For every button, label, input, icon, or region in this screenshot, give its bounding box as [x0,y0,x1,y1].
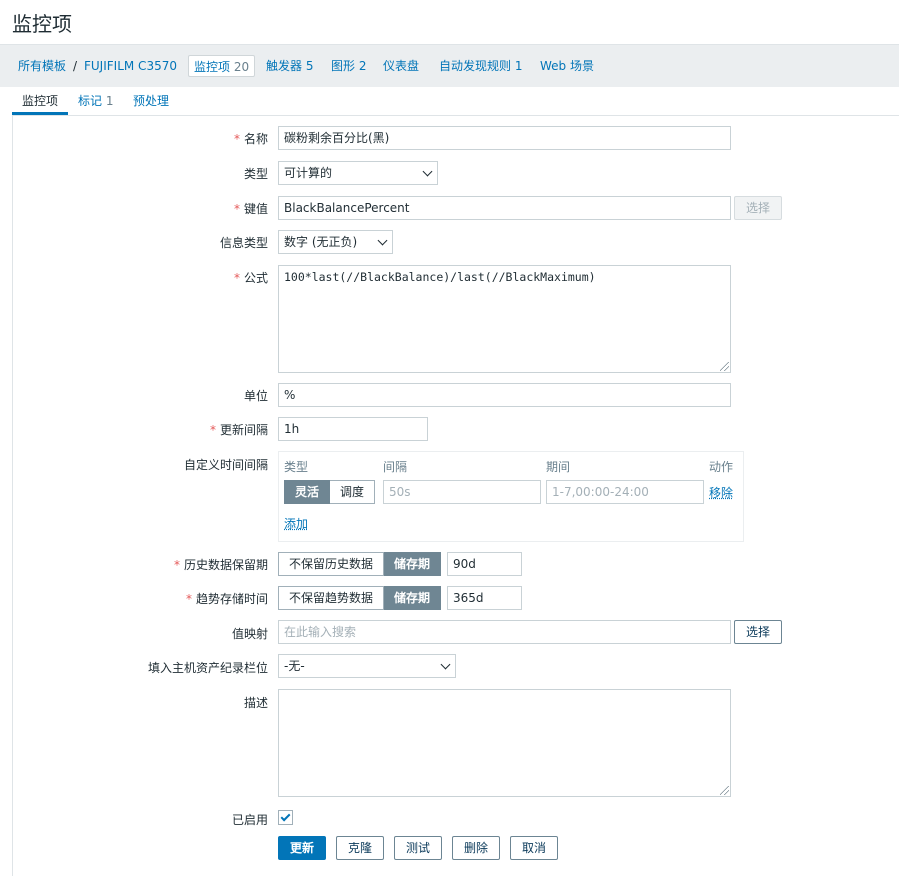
period-input[interactable]: 1-7,00:00-24:00 [546,480,704,504]
units-input[interactable]: % [278,383,731,407]
add-interval-link[interactable]: 添加 [284,515,308,532]
required-marker: * [185,592,192,606]
history-input[interactable]: 90d [447,552,522,576]
description-label: 描述 [243,696,268,710]
breadcrumb-discovery-label: 自动发现规则 [439,59,512,73]
value-type-label: 信息类型 [219,236,268,250]
inventory-select-value: -无- [284,659,305,673]
description-textarea[interactable] [278,689,731,797]
breadcrumb-items-count: 20 [233,60,250,74]
breadcrumb-items-label: 监控项 [194,60,231,74]
col-interval-header: 间隔 [383,460,408,474]
col-type-header: 类型 [284,460,309,474]
page-title: 监控项 [12,12,72,36]
interval-input[interactable]: 50s [383,480,541,504]
units-label: 单位 [243,389,268,403]
required-marker: * [173,558,180,572]
type-label: 类型 [243,167,268,181]
valuemap-label: 值映射 [231,627,268,641]
value-type-select[interactable]: 数字 (无正负) [278,230,393,254]
breadcrumb-graphs-count: 2 [358,59,367,73]
breadcrumb-graphs[interactable]: 图形 2 [331,55,366,77]
enabled-label: 已启用 [231,813,268,827]
required-marker: * [233,132,240,146]
breadcrumb-all-templates[interactable]: 所有模板 [18,55,66,77]
formula-label: * 公式 [233,271,268,285]
interval-type-toggle: 灵活 调度 [284,480,376,504]
remove-interval-link[interactable]: 移除 [709,484,733,501]
history-storage-option[interactable]: 储存期 [384,552,442,576]
col-period-header: 期间 [546,460,571,474]
inventory-select[interactable]: -无- [278,654,456,678]
delay-label: * 更新间隔 [209,423,268,437]
delay-input[interactable]: 1h [278,417,428,441]
required-marker: * [233,202,240,216]
tab-tags[interactable]: 标记 1 [78,92,113,109]
breadcrumb-web[interactable]: Web 场景 [540,55,594,77]
type-select-value: 可计算的 [284,166,333,180]
history-do-not-keep-option[interactable]: 不保留历史数据 [278,552,385,576]
formula-value: 100*last(//BlackBalance)/last(//BlackMax… [284,270,596,284]
tab-tags-label: 标记 [78,94,103,108]
test-button[interactable]: 测试 [394,836,442,860]
chevron-down-icon [440,659,451,670]
trends-input[interactable]: 365d [447,586,522,610]
breadcrumb-triggers-count: 5 [305,59,314,73]
tab-tags-count: 1 [105,94,114,108]
name-input[interactable]: 碳粉剩余百分比(黑) [278,126,731,150]
valuemap-search-input[interactable]: 在此输入搜索 [278,620,731,644]
value-type-select-value: 数字 (无正负) [284,235,358,249]
custom-intervals-table: 类型 间隔 期间 动作 灵活 调度 50s 1-7,00:00-24:00 移除… [278,451,744,542]
flexible-option[interactable]: 灵活 [284,480,331,504]
required-marker: * [209,423,216,437]
breadcrumb-graphs-label: 图形 [331,59,356,73]
trends-label: * 趋势存储时间 [185,592,268,606]
name-label: * 名称 [233,132,268,146]
breadcrumb-host[interactable]: FUJIFILM C3570 [84,55,177,77]
valuemap-select-button[interactable]: 选择 [734,620,782,644]
type-select[interactable]: 可计算的 [278,161,438,185]
breadcrumb-dashboards[interactable]: 仪表盘 [383,55,419,77]
checkmark-icon [280,811,291,822]
chevron-down-icon [377,235,388,246]
key-input[interactable]: BlackBalancePercent [278,196,731,220]
form-tabs: 监控项 标记 1 预处理 [12,87,899,116]
breadcrumb-discovery[interactable]: 自动发现规则 1 [439,55,522,77]
history-mode-toggle: 不保留历史数据 储存期 [278,552,442,576]
breadcrumb-triggers-label: 触发器 [266,59,303,73]
key-select-button[interactable]: 选择 [734,196,782,220]
scheduling-option[interactable]: 调度 [330,480,376,504]
formula-textarea[interactable]: 100*last(//BlackBalance)/last(//BlackMax… [278,265,731,373]
col-action-header: 动作 [709,460,734,474]
delete-button[interactable]: 删除 [452,836,500,860]
breadcrumb-separator: / [73,59,78,73]
tab-preprocessing[interactable]: 预处理 [133,92,169,109]
enabled-checkbox[interactable] [278,810,293,825]
resize-handle-icon[interactable] [720,786,729,795]
cancel-button[interactable]: 取消 [510,836,558,860]
resize-handle-icon[interactable] [720,362,729,371]
key-label: * 键值 [233,202,268,216]
chevron-down-icon [422,166,433,177]
breadcrumb-items[interactable]: 监控项 20 [188,55,256,77]
required-marker: * [233,271,240,285]
active-tab-indicator [12,112,68,115]
custom-intervals-label: 自定义时间间隔 [183,458,268,472]
breadcrumb-discovery-count: 1 [514,59,523,73]
history-label: * 历史数据保留期 [173,558,268,572]
trends-do-not-keep-option[interactable]: 不保留趋势数据 [278,586,385,610]
trends-storage-option[interactable]: 储存期 [384,586,442,610]
tab-item[interactable]: 监控项 [22,92,58,109]
breadcrumb-triggers[interactable]: 触发器 5 [266,55,313,77]
update-button[interactable]: 更新 [278,836,326,860]
clone-button[interactable]: 克隆 [336,836,384,860]
inventory-label: 填入主机资产纪录栏位 [147,661,268,675]
breadcrumb: 所有模板 / FUJIFILM C3570 监控项 20 触发器 5 图形 2 … [0,44,899,87]
trends-mode-toggle: 不保留趋势数据 储存期 [278,586,442,610]
